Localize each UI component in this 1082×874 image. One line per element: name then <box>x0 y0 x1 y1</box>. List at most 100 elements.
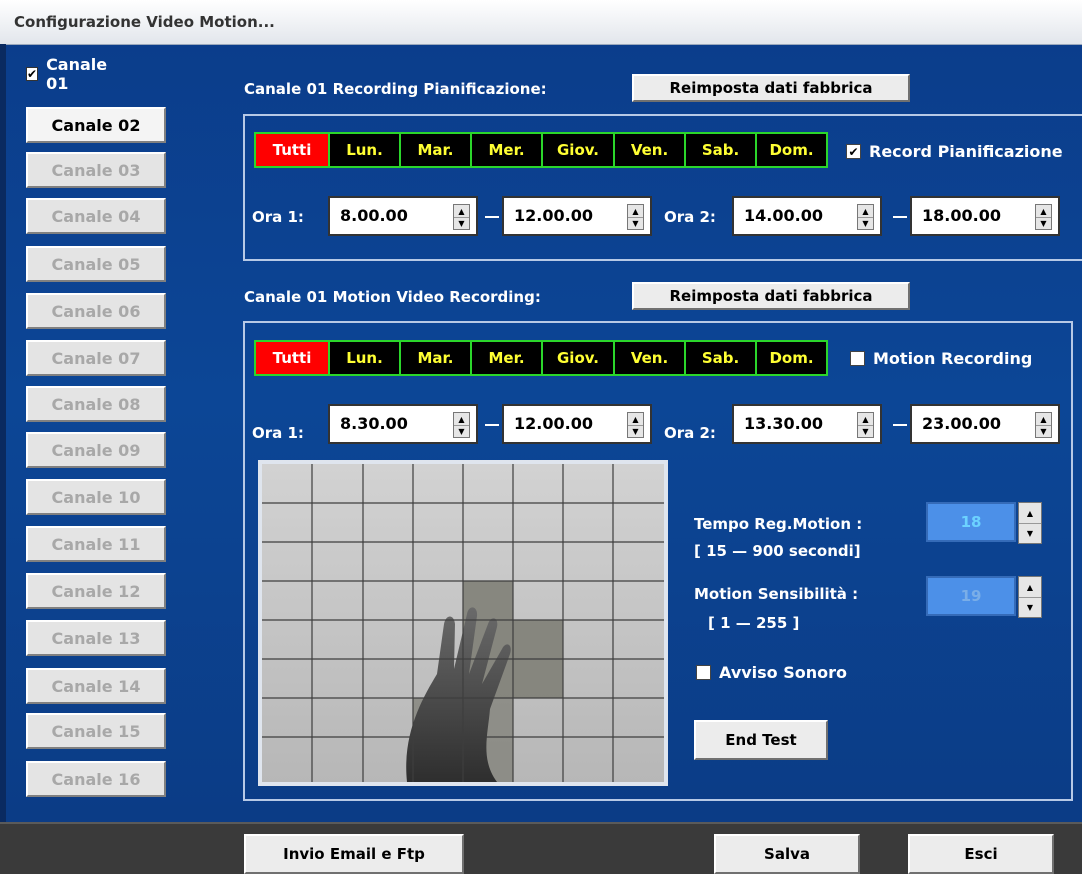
recording-ora1-from-value: 8.00.00 <box>340 206 408 225</box>
recording-day-giov[interactable]: Giov. <box>541 132 615 168</box>
sensibilita-range: [ 1 — 255 ] <box>708 614 800 632</box>
spin-down-icon[interactable]: ▼ <box>454 217 469 229</box>
channel-button-06[interactable]: Canale 06 <box>26 293 166 329</box>
channel-button-03[interactable]: Canale 03 <box>26 152 166 188</box>
recording-day-ven[interactable]: Ven. <box>613 132 686 168</box>
spin-down-icon[interactable]: ▼ <box>628 425 643 437</box>
motion-day-sab[interactable]: Sab. <box>684 340 757 376</box>
motion-ora1-from-field[interactable]: 8.30.00 ▲ ▼ <box>328 404 478 444</box>
sensibilita-input[interactable]: 19 <box>926 576 1016 616</box>
channel-button-08[interactable]: Canale 08 <box>26 386 166 422</box>
recording-day-mer[interactable]: Mer. <box>470 132 543 168</box>
channel-button-12[interactable]: Canale 12 <box>26 573 166 609</box>
salva-button[interactable]: Salva <box>714 834 860 874</box>
spin-down-icon[interactable]: ▼ <box>858 217 873 229</box>
recording-ora1-to-field[interactable]: 12.00.00 ▲ ▼ <box>502 196 652 236</box>
motion-ora1-to-value: 12.00.00 <box>514 414 593 433</box>
range-dash <box>893 216 907 218</box>
channel-button-15[interactable]: Canale 15 <box>26 713 166 749</box>
channel-button-14[interactable]: Canale 14 <box>26 668 166 704</box>
spin-down-icon[interactable]: ▼ <box>1019 597 1041 617</box>
motion-day-lun[interactable]: Lun. <box>328 340 401 376</box>
recording-day-mar[interactable]: Mar. <box>399 132 472 168</box>
record-pianificazione-label: Record Pianificazione <box>869 142 1063 161</box>
motion-day-dom[interactable]: Dom. <box>755 340 828 376</box>
recording-ora2-label: Ora 2: <box>664 208 716 226</box>
recording-day-lun[interactable]: Lun. <box>328 132 401 168</box>
avviso-sonoro-label: Avviso Sonoro <box>719 663 848 682</box>
channel-button-09[interactable]: Canale 09 <box>26 432 166 468</box>
recording-ora2-to-spinner[interactable]: ▲ ▼ <box>1035 204 1052 230</box>
end-test-button[interactable]: End Test <box>694 720 828 760</box>
avviso-sonoro-option[interactable]: Avviso Sonoro <box>696 663 847 682</box>
recording-ora1-from-spinner[interactable]: ▲ ▼ <box>453 204 470 230</box>
motion-recording-checkbox[interactable] <box>850 351 865 366</box>
recording-ora1-to-spinner[interactable]: ▲ ▼ <box>627 204 644 230</box>
channel-01-checkbox[interactable]: ✔ <box>26 67 39 81</box>
motion-day-ven[interactable]: Ven. <box>613 340 686 376</box>
avviso-sonoro-checkbox[interactable] <box>696 665 711 680</box>
recording-day-selector: Tutti Lun. Mar. Mer. Giov. Ven. Sab. Dom… <box>254 132 828 168</box>
channel-button-07[interactable]: Canale 07 <box>26 340 166 376</box>
motion-ora2-from-spinner[interactable]: ▲ ▼ <box>857 412 874 438</box>
channel-01-checkbox-row[interactable]: ✔ Canale 01 <box>26 55 109 93</box>
tempo-input[interactable]: 18 <box>926 502 1016 542</box>
motion-day-mar[interactable]: Mar. <box>399 340 472 376</box>
motion-ora1-to-field[interactable]: 12.00.00 ▲ ▼ <box>502 404 652 444</box>
channel-button-04[interactable]: Canale 04 <box>26 198 166 234</box>
recording-day-tutti[interactable]: Tutti <box>254 132 330 168</box>
spin-down-icon[interactable]: ▼ <box>1019 523 1041 543</box>
motion-recording-option[interactable]: Motion Recording <box>850 349 1032 368</box>
recording-ora2-to-field[interactable]: 18.00.00 ▲ ▼ <box>910 196 1060 236</box>
esci-button[interactable]: Esci <box>908 834 1054 874</box>
motion-ora1-to-spinner[interactable]: ▲ ▼ <box>627 412 644 438</box>
tempo-label: Tempo Reg.Motion : <box>694 515 863 533</box>
title-bar: Configurazione Video Motion... <box>0 0 1082 45</box>
tempo-range: [ 15 — 900 secondi] <box>694 542 861 560</box>
motion-ora2-to-spinner[interactable]: ▲ ▼ <box>1035 412 1052 438</box>
spin-up-icon[interactable]: ▲ <box>1019 503 1041 524</box>
motion-day-mer[interactable]: Mer. <box>470 340 543 376</box>
spin-down-icon[interactable]: ▼ <box>628 217 643 229</box>
recording-day-dom[interactable]: Dom. <box>755 132 828 168</box>
motion-header: Canale 01 Motion Video Recording: <box>244 288 541 306</box>
recording-day-sab[interactable]: Sab. <box>684 132 757 168</box>
channel-button-10[interactable]: Canale 10 <box>26 479 166 515</box>
range-dash <box>893 424 907 426</box>
motion-detection-grid[interactable] <box>258 460 668 786</box>
recording-ora2-from-field[interactable]: 14.00.00 ▲ ▼ <box>732 196 882 236</box>
invio-email-ftp-button[interactable]: Invio Email e Ftp <box>244 834 464 874</box>
spin-up-icon[interactable]: ▲ <box>1019 577 1041 598</box>
channel-button-16[interactable]: Canale 16 <box>26 761 166 797</box>
tempo-spinner[interactable]: ▲ ▼ <box>1018 502 1042 544</box>
record-pianificazione-checkbox[interactable]: ✔ <box>846 144 861 159</box>
motion-ora2-label: Ora 2: <box>664 424 716 442</box>
motion-ora2-to-value: 23.00.00 <box>922 414 1001 433</box>
motion-day-tutti[interactable]: Tutti <box>254 340 330 376</box>
spin-down-icon[interactable]: ▼ <box>1036 425 1051 437</box>
sensibilita-spinner[interactable]: ▲ ▼ <box>1018 576 1042 618</box>
channel-button-05[interactable]: Canale 05 <box>26 246 166 282</box>
motion-day-giov[interactable]: Giov. <box>541 340 615 376</box>
channel-button-13[interactable]: Canale 13 <box>26 620 166 656</box>
motion-reset-button[interactable]: Reimposta dati fabbrica <box>632 282 910 310</box>
recording-ora2-to-value: 18.00.00 <box>922 206 1001 225</box>
spin-down-icon[interactable]: ▼ <box>858 425 873 437</box>
recording-ora2-from-value: 14.00.00 <box>744 206 823 225</box>
spin-down-icon[interactable]: ▼ <box>454 425 469 437</box>
motion-ora1-from-spinner[interactable]: ▲ ▼ <box>453 412 470 438</box>
record-pianificazione-option[interactable]: ✔ Record Pianificazione <box>846 142 1063 161</box>
recording-reset-button[interactable]: Reimposta dati fabbrica <box>632 74 910 102</box>
motion-ora1-from-value: 8.30.00 <box>340 414 408 433</box>
recording-ora2-from-spinner[interactable]: ▲ ▼ <box>857 204 874 230</box>
channel-button-02[interactable]: Canale 02 <box>26 107 166 143</box>
range-dash <box>485 424 499 426</box>
motion-day-selector: Tutti Lun. Mar. Mer. Giov. Ven. Sab. Dom… <box>254 340 828 376</box>
recording-ora1-to-value: 12.00.00 <box>514 206 593 225</box>
motion-ora2-from-field[interactable]: 13.30.00 ▲ ▼ <box>732 404 882 444</box>
recording-ora1-from-field[interactable]: 8.00.00 ▲ ▼ <box>328 196 478 236</box>
motion-ora2-to-field[interactable]: 23.00.00 ▲ ▼ <box>910 404 1060 444</box>
spin-down-icon[interactable]: ▼ <box>1036 217 1051 229</box>
recording-header: Canale 01 Recording Pianificazione: <box>244 80 547 98</box>
channel-button-11[interactable]: Canale 11 <box>26 526 166 562</box>
